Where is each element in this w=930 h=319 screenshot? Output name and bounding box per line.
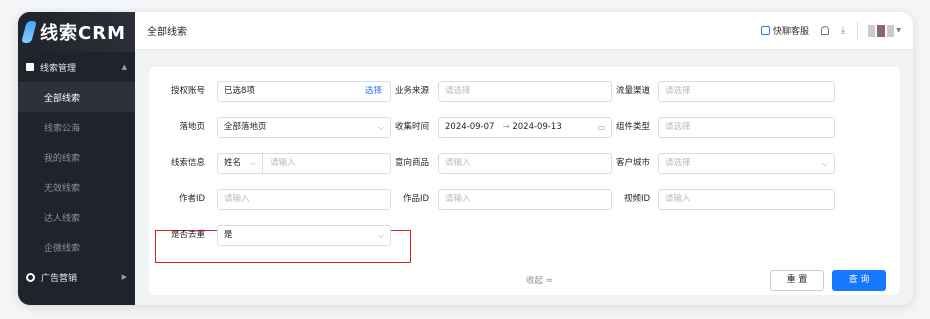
chevron-down-icon: ⌵: [377, 231, 384, 240]
video-id-input[interactable]: 请输入: [658, 189, 835, 210]
date-end: 2024-09-13: [512, 122, 562, 132]
avatar-blur: [886, 24, 895, 37]
range-arrow: →: [502, 122, 510, 132]
customer-city-placeholder: 请选择: [665, 158, 691, 168]
chevron-down-icon: ⌵: [821, 159, 828, 168]
bell-icon[interactable]: [821, 26, 830, 35]
ads-icon: [26, 272, 35, 282]
sidebar-item-all-leads[interactable]: 全部线索: [18, 82, 135, 112]
nav-group-label: 线索管理: [40, 63, 77, 74]
traffic-channel-placeholder: 请选择: [665, 86, 691, 96]
sidebar: 线索CRM 线索管理 ▲ 全部线索 线索公海 我的线索 无效线索 达人线索 企微线…: [18, 12, 135, 305]
sidebar-item-invalid-leads[interactable]: 无效线索: [18, 172, 135, 202]
logo: 线索CRM: [18, 12, 135, 52]
work-id-placeholder: 请输入: [445, 194, 471, 204]
sidebar-item-public-pool[interactable]: 线索公海: [18, 112, 135, 142]
customer-city-label: 客户城市: [615, 158, 650, 168]
component-type-select[interactable]: 请选择: [658, 117, 835, 138]
chat-icon: [761, 26, 770, 35]
collapse-toggle[interactable]: 收起 ≈: [526, 274, 553, 286]
query-button[interactable]: 查 询: [832, 270, 886, 291]
dedupe-value: 是: [224, 230, 233, 240]
intent-goods-placeholder: 请输入: [445, 158, 471, 168]
customer-service-label: 快聊客服: [773, 27, 810, 37]
work-id-label: 作品ID: [402, 194, 429, 204]
landing-page-label: 落地页: [179, 122, 205, 132]
dedupe-select[interactable]: 是 ⌵: [217, 225, 391, 246]
auth-account-label: 授权账号: [170, 86, 205, 96]
main-area: 全部线索 快聊客服 ⤓ ▼ 授权账号 已选8项 选择 业务来源 请选择 流量渠道 …: [135, 12, 913, 305]
video-id-label: 视频ID: [623, 194, 650, 204]
caret-down-icon: ▼: [896, 27, 901, 34]
sidebar-item-wecom-leads[interactable]: 企微线索: [18, 232, 135, 262]
avatar-blur: [868, 24, 876, 37]
nav-group-label: 广告营销: [41, 273, 78, 284]
divider: [262, 154, 263, 173]
component-type-label: 组件类型: [615, 122, 650, 132]
chevron-up-icon: ▲: [121, 63, 127, 71]
nav-group-leads[interactable]: 线索管理 ▲: [18, 52, 135, 82]
traffic-channel-label: 流量渠道: [615, 86, 650, 96]
nav-group-ads[interactable]: 广告营销 ▶: [18, 262, 135, 292]
customer-city-select[interactable]: 请选择 ⌵: [658, 153, 835, 174]
download-icon[interactable]: ⤓: [841, 26, 845, 36]
chevron-right-icon: ▶: [121, 273, 127, 281]
biz-source-label: 业务来源: [394, 86, 429, 96]
avatar[interactable]: ▼: [857, 21, 901, 40]
author-id-label: 作者ID: [178, 194, 205, 204]
lead-info-type[interactable]: 姓名: [224, 158, 241, 168]
component-type-placeholder: 请选择: [665, 122, 691, 132]
filter-card: 授权账号 已选8项 选择 业务来源 请选择 流量渠道 请选择 落地页 全部落地页 ⌵…: [149, 67, 900, 295]
top-bar: 全部线索 快聊客服 ⤓ ▼: [135, 12, 913, 50]
logo-mark-icon: [21, 21, 37, 43]
dedupe-label: 是否去重: [170, 230, 205, 240]
intent-goods-label: 意向商品: [394, 158, 429, 168]
reset-button[interactable]: 重 置: [770, 270, 824, 291]
leads-icon: [26, 63, 34, 71]
traffic-channel-select[interactable]: 请选择: [658, 81, 835, 102]
page-title: 全部线索: [147, 27, 187, 38]
lead-info-label: 线索信息: [170, 158, 205, 168]
customer-service-button[interactable]: 快聊客服: [761, 24, 809, 37]
chevron-down-icon: ⌵: [250, 159, 256, 167]
video-id-placeholder: 请输入: [665, 194, 691, 204]
auth-account-value: 已选8项: [224, 86, 255, 96]
sidebar-item-influencer-leads[interactable]: 达人线索: [18, 202, 135, 232]
biz-source-placeholder: 请选择: [445, 86, 471, 96]
date-start: 2024-09-07: [445, 122, 495, 132]
lead-info-input[interactable]: 请输入: [270, 154, 296, 173]
author-id-placeholder: 请输入: [224, 194, 250, 204]
avatar-blur: [877, 24, 885, 37]
collect-time-label: 收集时间: [394, 122, 429, 132]
app-window: 线索CRM 线索管理 ▲ 全部线索 线索公海 我的线索 无效线索 达人线索 企微线…: [18, 12, 913, 305]
sidebar-item-my-leads[interactable]: 我的线索: [18, 142, 135, 172]
landing-page-value: 全部落地页: [224, 122, 267, 132]
logo-text: 线索CRM: [40, 23, 126, 44]
